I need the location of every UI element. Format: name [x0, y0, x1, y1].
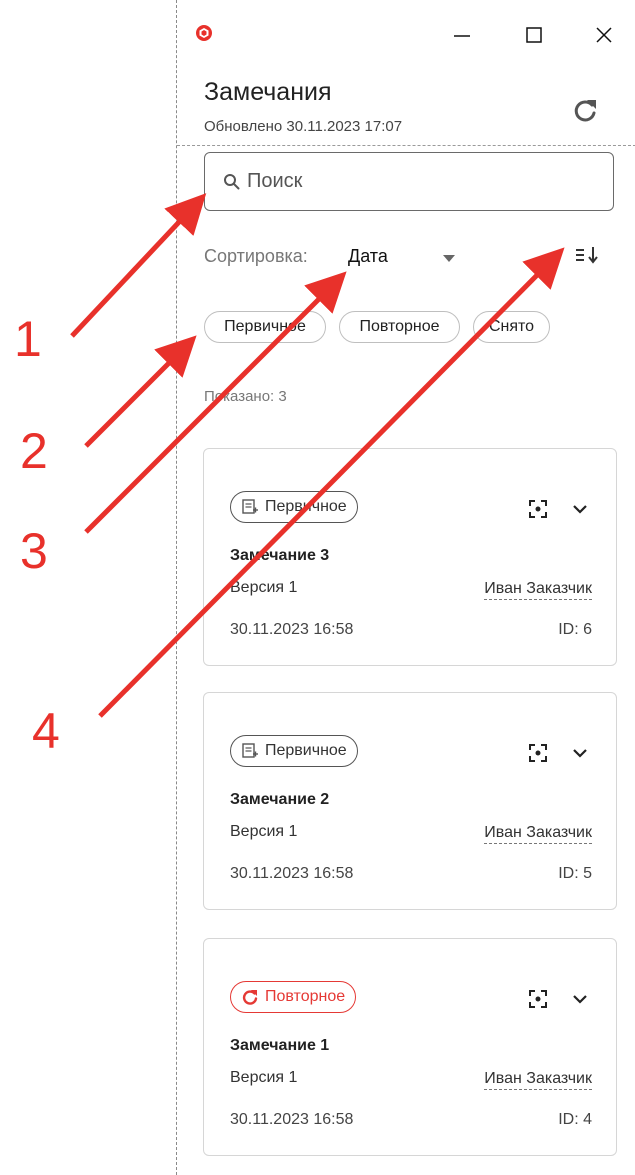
sort-select[interactable]: Дата [348, 246, 388, 267]
refresh-icon[interactable] [570, 96, 600, 126]
remark-version: Версия 1 [230, 579, 298, 596]
callout-1: 1 [14, 311, 42, 367]
window-titlebar [177, 0, 635, 58]
maximize-button[interactable] [519, 20, 549, 50]
remark-version: Версия 1 [230, 1069, 298, 1086]
filter-chip-removed[interactable]: Снято [473, 311, 550, 343]
remark-id: ID: 6 [558, 621, 592, 638]
status-badge: Первичное [230, 491, 358, 523]
header-divider [177, 145, 635, 146]
remark-date: 30.11.2023 16:58 [230, 1111, 354, 1128]
remark-date: 30.11.2023 16:58 [230, 865, 354, 882]
sort-order-icon[interactable] [573, 240, 601, 270]
remark-date: 30.11.2023 16:58 [230, 621, 354, 638]
remark-title: Замечание 3 [230, 547, 330, 564]
status-label: Первичное [265, 742, 347, 759]
status-label: Повторное [265, 988, 346, 1005]
updated-timestamp: Обновлено 30.11.2023 17:07 [204, 118, 403, 135]
remark-card[interactable]: Первичное Замечание 3 Версия 1 Иван Зака… [203, 448, 617, 666]
app-logo-icon [196, 25, 212, 41]
callout-4: 4 [32, 703, 60, 759]
filter-chip-repeat[interactable]: Повторное [339, 311, 460, 343]
shown-count: Показано: 3 [204, 388, 287, 405]
status-badge: Повторное [230, 981, 357, 1013]
document-add-icon [242, 743, 258, 758]
remarks-panel: Замечания Обновлено 30.11.2023 17:07 Пои… [176, 0, 635, 1175]
close-button[interactable] [589, 20, 619, 50]
refresh-icon [242, 990, 258, 1005]
remark-author-link[interactable]: Иван Заказчик [484, 823, 592, 844]
arrow-2 [84, 335, 197, 448]
filter-chip-primary[interactable]: Первичное [204, 311, 326, 343]
remark-card[interactable]: Повторное Замечание 1 Версия 1 Иван Зака… [203, 938, 617, 1156]
callout-3: 3 [20, 523, 48, 579]
page-title: Замечания [204, 78, 332, 106]
caret-down-icon[interactable] [443, 255, 455, 263]
remark-title: Замечание 1 [230, 1037, 330, 1054]
status-badge: Первичное [230, 735, 358, 767]
remark-id: ID: 4 [558, 1111, 592, 1128]
minimize-button[interactable] [447, 20, 477, 50]
focus-icon[interactable] [528, 499, 548, 519]
chevron-down-icon[interactable] [572, 993, 588, 1005]
chevron-down-icon[interactable] [572, 503, 588, 515]
focus-icon[interactable] [528, 743, 548, 763]
callout-2: 2 [20, 423, 48, 479]
chevron-down-icon[interactable] [572, 747, 588, 759]
remark-card[interactable]: Первичное Замечание 2 Версия 1 Иван Зака… [203, 692, 617, 910]
focus-icon[interactable] [528, 989, 548, 1009]
status-label: Первичное [265, 498, 347, 515]
search-placeholder: Поиск [247, 170, 303, 192]
search-icon [224, 174, 240, 190]
document-add-icon [242, 499, 258, 514]
remark-author-link[interactable]: Иван Заказчик [484, 1069, 592, 1090]
remark-version: Версия 1 [230, 823, 298, 840]
search-input[interactable]: Поиск [204, 152, 614, 211]
remark-id: ID: 5 [558, 865, 592, 882]
remark-author-link[interactable]: Иван Заказчик [484, 579, 592, 600]
sort-label: Сортировка: [204, 246, 308, 266]
remark-title: Замечание 2 [230, 791, 330, 808]
